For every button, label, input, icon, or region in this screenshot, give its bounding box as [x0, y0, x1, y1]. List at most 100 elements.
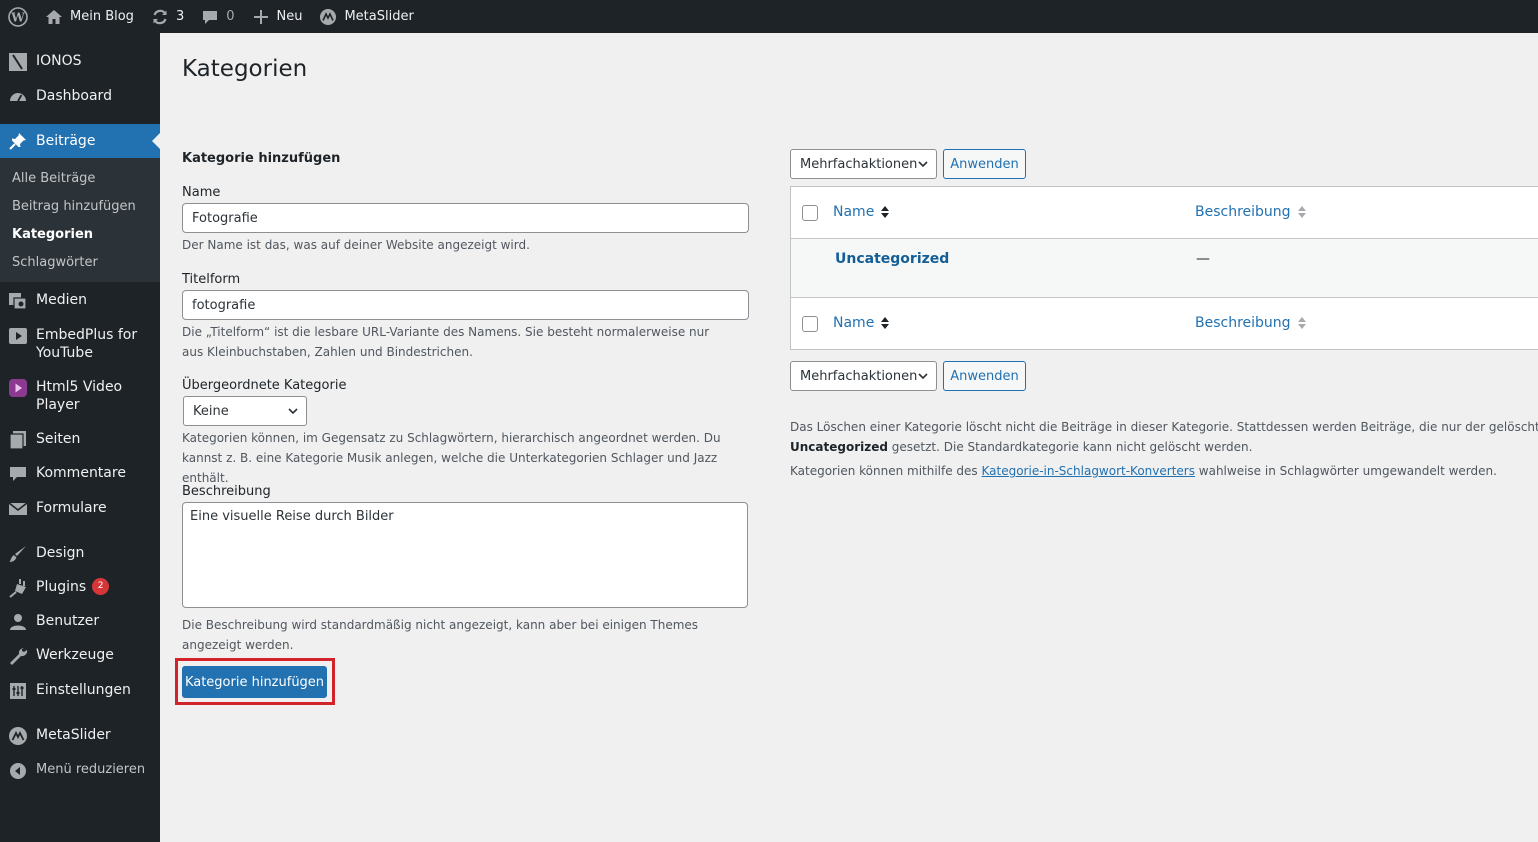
- metaslider-label: MetaSlider: [344, 9, 414, 24]
- converter-note-start: Kategorien können mithilfe des: [790, 464, 982, 478]
- updates-link[interactable]: 3: [142, 0, 192, 33]
- comment-icon: [200, 7, 220, 27]
- column-description-label: Beschreibung: [1195, 204, 1291, 220]
- menu-label-line2: YouTube: [36, 345, 93, 361]
- mail-icon: [8, 499, 28, 519]
- plugin-icon: [8, 578, 28, 598]
- menu-item-forms[interactable]: Formulare: [0, 499, 160, 519]
- site-name: Mein Blog: [70, 9, 134, 24]
- updates-count: 3: [175, 9, 185, 24]
- menu-label: Plugins: [36, 579, 87, 595]
- submenu-add-post[interactable]: Beitrag hinzufügen: [12, 199, 136, 214]
- menu-label: Seiten: [36, 431, 81, 447]
- menu-label: EmbedPlus for: [36, 327, 138, 343]
- submenu-all-posts[interactable]: Alle Beiträge: [12, 171, 95, 186]
- admin-bar: W Mein Blog 3 0 Neu MetaSlider: [0, 0, 1538, 33]
- page-title: Kategorien: [182, 56, 308, 82]
- name-input[interactable]: [182, 203, 749, 233]
- default-category-name: Uncategorized: [790, 440, 888, 454]
- table-row: Uncategorized —: [791, 239, 1538, 297]
- plus-icon: [251, 7, 271, 27]
- select-all-checkbox[interactable]: [802, 205, 818, 221]
- menu-item-embedplus[interactable]: EmbedPlus for YouTube: [0, 326, 160, 362]
- categories-table: Name Beschreibung Uncategorized — Name B…: [790, 186, 1538, 350]
- add-category-heading: Kategorie hinzufügen: [182, 151, 341, 166]
- submenu-categories[interactable]: Kategorien: [12, 227, 93, 242]
- youtube-icon: [8, 326, 28, 346]
- column-description-sort-footer[interactable]: Beschreibung: [1195, 315, 1307, 331]
- apply-button-top[interactable]: Anwenden: [943, 149, 1026, 179]
- menu-label: Design: [36, 545, 85, 561]
- wordpress-logo-button[interactable]: W: [0, 0, 36, 33]
- menu-label: Html5 Video: [36, 379, 123, 395]
- collapse-menu-button[interactable]: Menü reduzieren: [0, 761, 160, 781]
- new-label: Neu: [276, 9, 303, 24]
- menu-item-plugins[interactable]: Plugins 2: [0, 578, 160, 598]
- home-icon: [44, 7, 64, 27]
- menu-item-users[interactable]: Benutzer: [0, 612, 160, 632]
- admin-sidebar: IONOS Dashboard Beiträge Alle Beiträge B…: [0, 33, 160, 842]
- submenu-tags[interactable]: Schlagwörter: [12, 255, 98, 270]
- menu-label: Menü reduzieren: [36, 762, 146, 777]
- wrench-icon: [8, 646, 28, 666]
- menu-item-pages[interactable]: Seiten: [0, 430, 160, 450]
- menu-item-dashboard[interactable]: Dashboard: [0, 87, 160, 107]
- converter-note: Kategorien können mithilfe des Kategorie…: [790, 461, 1497, 481]
- menu-label: Einstellungen: [36, 682, 131, 698]
- chevron-down-icon: [918, 371, 928, 381]
- menu-item-media[interactable]: Medien: [0, 291, 160, 311]
- bulk-actions-select-bottom[interactable]: Mehrfachaktionen: [790, 361, 937, 391]
- select-all-checkbox-footer[interactable]: [802, 316, 818, 332]
- new-content-link[interactable]: Neu: [243, 0, 311, 33]
- column-name-sort[interactable]: Name: [833, 204, 890, 220]
- updates-icon: [150, 7, 170, 27]
- bulk-actions-value: Mehrfachaktionen: [800, 368, 918, 384]
- slug-input[interactable]: [182, 290, 749, 320]
- menu-label-wrap: EmbedPlus for YouTube: [36, 326, 137, 362]
- sort-icon: [880, 204, 890, 220]
- parent-category-value: Keine: [193, 403, 229, 419]
- menu-label: Kommentare: [36, 465, 126, 481]
- menu-label: MetaSlider: [36, 727, 111, 743]
- bulk-actions-value: Mehrfachaktionen: [800, 156, 918, 172]
- sort-icon: [1297, 315, 1307, 331]
- converter-note-end: wahlweise in Schlagwörter umgewandelt we…: [1194, 464, 1497, 478]
- converter-link[interactable]: Kategorie-in-Schlagwort-Konverters: [982, 464, 1195, 478]
- menu-item-comments[interactable]: Kommentare: [0, 464, 160, 484]
- menu-item-settings[interactable]: Einstellungen: [0, 681, 160, 701]
- column-name-sort-footer[interactable]: Name: [833, 315, 890, 331]
- menu-item-metaslider[interactable]: MetaSlider: [0, 726, 160, 746]
- description-textarea[interactable]: Eine visuelle Reise durch Bilder: [182, 502, 748, 608]
- menu-item-ionos[interactable]: IONOS: [0, 52, 160, 72]
- apply-button-bottom[interactable]: Anwenden: [943, 361, 1026, 391]
- plugins-update-badge: 2: [92, 578, 110, 595]
- site-name-link[interactable]: Mein Blog: [36, 0, 142, 33]
- menu-item-posts[interactable]: Beiträge: [0, 124, 160, 158]
- menu-item-design[interactable]: Design: [0, 544, 160, 564]
- bulk-actions-select-top[interactable]: Mehrfachaktionen: [790, 149, 937, 179]
- menu-item-html5-video[interactable]: Html5 Video Player: [0, 378, 160, 414]
- user-icon: [8, 612, 28, 632]
- menu-label: Benutzer: [36, 613, 100, 629]
- brush-icon: [8, 544, 28, 564]
- menu-item-tools[interactable]: Werkzeuge: [0, 646, 160, 666]
- metaslider-link[interactable]: MetaSlider: [310, 0, 421, 33]
- table-footer: Name Beschreibung: [791, 297, 1538, 349]
- category-name-link[interactable]: Uncategorized: [835, 251, 949, 267]
- comments-count: 0: [226, 9, 235, 24]
- chevron-down-icon: [918, 159, 928, 169]
- svg-text:W: W: [10, 10, 25, 24]
- metaslider-icon: [318, 7, 338, 27]
- column-description-sort[interactable]: Beschreibung: [1195, 204, 1307, 220]
- sort-icon: [1297, 204, 1307, 220]
- comments-link[interactable]: 0: [192, 0, 242, 33]
- column-description-label: Beschreibung: [1195, 315, 1291, 331]
- parent-category-select[interactable]: Keine: [183, 396, 307, 426]
- pages-icon: [8, 430, 28, 450]
- table-header: Name Beschreibung: [791, 187, 1538, 239]
- sort-icon: [880, 315, 890, 331]
- add-category-button[interactable]: Kategorie hinzufügen: [182, 666, 327, 698]
- menu-label: Medien: [36, 292, 87, 308]
- delete-note-line2: Uncategorized gesetzt. Die Standardkateg…: [790, 437, 1252, 457]
- menu-label-line2: Player: [36, 397, 80, 413]
